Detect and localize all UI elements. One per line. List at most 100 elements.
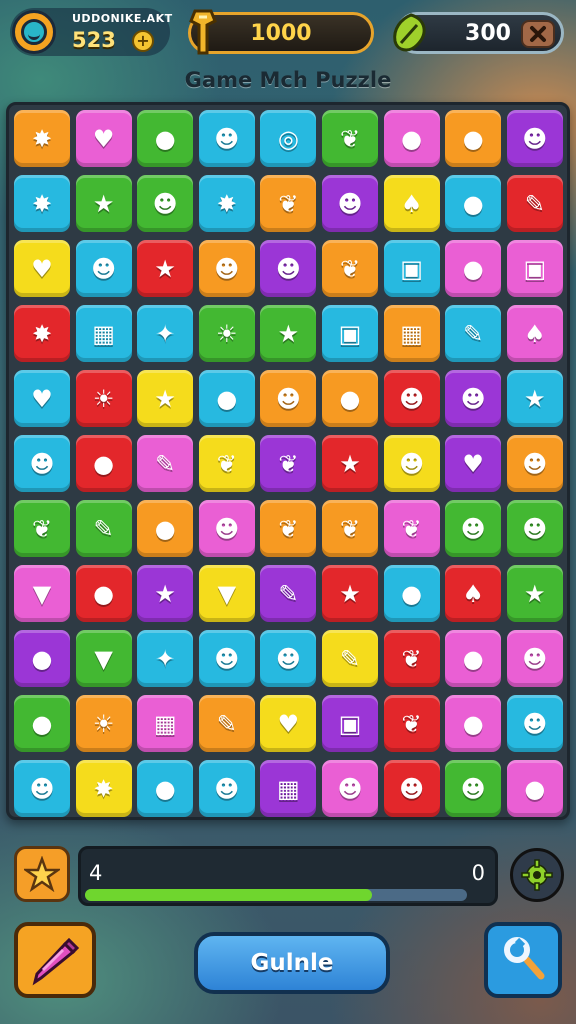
tile-pink-orb[interactable]: ●: [506, 760, 563, 817]
tile-cyan-face[interactable]: ☻: [14, 760, 70, 817]
tile-green-cone[interactable]: ▼: [75, 630, 132, 687]
tile-purple-face[interactable]: ☻: [322, 175, 378, 232]
wrench-tool-button[interactable]: [484, 922, 562, 998]
tile-green-leaf[interactable]: ❦: [322, 110, 378, 167]
tile-green-face[interactable]: ☻: [445, 500, 502, 557]
tile-orange-face[interactable]: ☻: [198, 240, 255, 297]
tile-cyan-face[interactable]: ☻: [198, 630, 255, 687]
tile-cyan-splat[interactable]: ✸: [198, 175, 255, 232]
tile-pink-cone[interactable]: ▼: [14, 565, 70, 622]
tile-pink-orb[interactable]: ●: [445, 695, 502, 752]
tile-purple-face[interactable]: ☻: [445, 370, 502, 427]
tile-orange-leaf[interactable]: ❦: [260, 175, 317, 232]
tile-cyan-heart[interactable]: ♥: [14, 370, 70, 427]
tile-yellow-splat[interactable]: ✸: [75, 760, 132, 817]
tile-orange-orb[interactable]: ●: [445, 110, 502, 167]
tile-red-orb[interactable]: ●: [75, 565, 132, 622]
tile-purple-card[interactable]: ▣: [322, 695, 378, 752]
tile-yellow-leaf[interactable]: ❦: [198, 435, 255, 492]
tile-cyan-card[interactable]: ▣: [322, 305, 378, 362]
tile-cyan-blob[interactable]: ●: [137, 760, 194, 817]
tile-purple-heart[interactable]: ♥: [445, 435, 502, 492]
settings-button[interactable]: [510, 848, 564, 902]
tile-red-star[interactable]: ★: [322, 565, 378, 622]
tile-purple-face[interactable]: ☻: [506, 110, 563, 167]
tile-cyan-face[interactable]: ☻: [506, 695, 563, 752]
tile-orange-leaf[interactable]: ❦: [322, 240, 378, 297]
tile-green-sun[interactable]: ☀: [198, 305, 255, 362]
tile-pink-gift[interactable]: ▦: [137, 695, 194, 752]
tile-cyan-card[interactable]: ▣: [383, 240, 440, 297]
tile-yellow-pencil[interactable]: ✎: [322, 630, 378, 687]
tile-red-star[interactable]: ★: [322, 435, 378, 492]
tile-red-leaf[interactable]: ❦: [383, 630, 440, 687]
tile-pink-face[interactable]: ☻: [506, 630, 563, 687]
tile-cyan-splat[interactable]: ✸: [14, 175, 70, 232]
tile-red-splat[interactable]: ✸: [14, 305, 70, 362]
tile-cyan-wand[interactable]: ✦: [137, 630, 194, 687]
tile-green-face[interactable]: ☻: [137, 175, 194, 232]
tile-cyan-swirl[interactable]: ◎: [260, 110, 317, 167]
tile-red-orb[interactable]: ●: [75, 435, 132, 492]
gem-counter[interactable]: 300: [393, 12, 564, 54]
tile-orange-leaf[interactable]: ❦: [260, 500, 317, 557]
avatar[interactable]: [12, 10, 56, 54]
tile-orange-orb[interactable]: ●: [322, 370, 378, 427]
tile-red-sun[interactable]: ☀: [75, 370, 132, 427]
tile-green-blob[interactable]: ●: [14, 695, 70, 752]
tile-red-face[interactable]: ☻: [383, 760, 440, 817]
tile-green-star[interactable]: ★: [506, 565, 563, 622]
star-booster-button[interactable]: [14, 846, 70, 902]
tile-yellow-star[interactable]: ★: [137, 370, 194, 427]
tile-cyan-face[interactable]: ☻: [75, 240, 132, 297]
tile-cyan-face[interactable]: ☻: [198, 760, 255, 817]
tile-yellow-face[interactable]: ☻: [383, 435, 440, 492]
tile-cyan-face[interactable]: ☻: [198, 110, 255, 167]
tile-pink-face[interactable]: ☻: [322, 760, 378, 817]
tile-orange-face[interactable]: ☻: [260, 370, 317, 427]
tile-pink-heart[interactable]: ♥: [75, 110, 132, 167]
tile-cyan-star[interactable]: ★: [506, 370, 563, 427]
tile-orange-pencil[interactable]: ✎: [198, 695, 255, 752]
tile-cyan-face[interactable]: ☻: [14, 435, 70, 492]
tile-pink-face[interactable]: ☻: [198, 500, 255, 557]
tile-cyan-wand[interactable]: ✦: [137, 305, 194, 362]
tile-orange-orb[interactable]: ●: [137, 500, 194, 557]
tile-green-star[interactable]: ★: [260, 305, 317, 362]
tile-cyan-pencil[interactable]: ✎: [445, 305, 502, 362]
tile-purple-leaf[interactable]: ❦: [260, 435, 317, 492]
tile-cyan-face[interactable]: ☻: [260, 630, 317, 687]
tile-red-balloon[interactable]: ♠: [445, 565, 502, 622]
tile-orange-gift[interactable]: ▦: [383, 305, 440, 362]
add-score-button[interactable]: +: [132, 30, 154, 52]
tile-pink-leaf[interactable]: ❦: [383, 500, 440, 557]
tile-pink-orb[interactable]: ●: [445, 240, 502, 297]
tile-purple-star[interactable]: ★: [137, 565, 194, 622]
guide-button[interactable]: Gulnle: [194, 932, 390, 994]
tile-red-leaf[interactable]: ❦: [383, 695, 440, 752]
tile-green-face[interactable]: ☻: [506, 500, 563, 557]
tile-orange-face[interactable]: ☻: [506, 435, 563, 492]
tile-pink-orb[interactable]: ●: [445, 630, 502, 687]
tile-pink-pencil[interactable]: ✎: [137, 435, 194, 492]
pencil-booster-button[interactable]: [14, 922, 96, 998]
tile-pink-card[interactable]: ▣: [506, 240, 563, 297]
tile-orange-leaf[interactable]: ❦: [322, 500, 378, 557]
close-button[interactable]: [521, 20, 555, 48]
tile-cyan-orb[interactable]: ●: [383, 565, 440, 622]
tile-yellow-heart[interactable]: ♥: [14, 240, 70, 297]
tile-green-leaf[interactable]: ❦: [14, 500, 70, 557]
tile-red-pencil[interactable]: ✎: [506, 175, 563, 232]
tile-yellow-balloon[interactable]: ♠: [383, 175, 440, 232]
coin-counter[interactable]: 1000: [188, 9, 374, 55]
tile-cyan-orb[interactable]: ●: [445, 175, 502, 232]
tile-cyan-orb[interactable]: ●: [198, 370, 255, 427]
tile-purple-orb[interactable]: ●: [14, 630, 70, 687]
tile-yellow-cone[interactable]: ▼: [198, 565, 255, 622]
tile-green-pencil[interactable]: ✎: [75, 500, 132, 557]
tile-red-star[interactable]: ★: [137, 240, 194, 297]
tile-cyan-gift[interactable]: ▦: [75, 305, 132, 362]
tile-green-blob[interactable]: ●: [137, 110, 194, 167]
tile-pink-orb[interactable]: ●: [383, 110, 440, 167]
tile-red-face[interactable]: ☻: [383, 370, 440, 427]
